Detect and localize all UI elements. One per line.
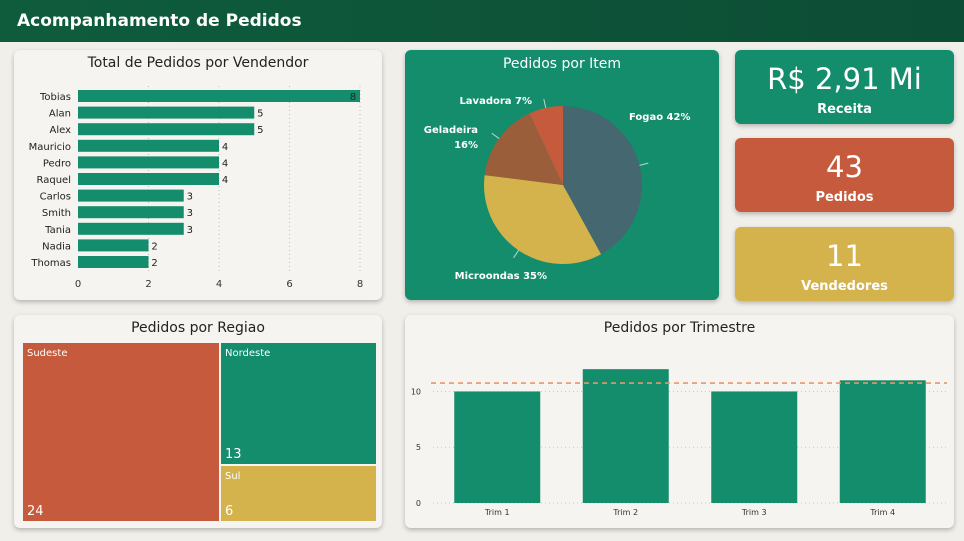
region-chart-title: Pedidos por Regiao [131,320,265,336]
x-tick-label: Trim 1 [484,508,510,517]
y-tick-label: Smith [42,208,71,219]
treemap-cell-nordeste[interactable]: Nordeste 13 [220,342,377,465]
y-tick-label: Carlos [40,192,71,203]
bar-alex [78,123,255,136]
bar-tania [78,222,184,235]
quarter-chart: 0 5 10 Trim 1 Trim 2 Trim 3 Trim 4 [411,369,947,517]
treemap-label: Sul [225,471,241,482]
bar-trim-3 [711,391,798,503]
treemap-value: 13 [225,447,242,462]
data-label: 4 [222,175,228,186]
data-label: 8 [350,92,356,103]
treemap-label: Nordeste [225,348,271,359]
pie-label-geladeira: Geladeira [424,125,478,136]
x-tick-label: Trim 4 [869,508,895,517]
data-label: 2 [151,241,157,252]
data-label: 2 [151,258,157,269]
sellers-chart-card[interactable]: Total de Pedidos por Vendendor 0 2 4 6 8 Tobi… [14,50,382,300]
treemap-cell-sul[interactable]: Sul 6 [220,465,377,522]
bar-carlos [78,189,184,202]
pie-label-fogao: Fogao 42% [629,112,691,123]
x-tick-label: 6 [286,279,292,290]
data-label: 5 [257,125,263,136]
sellers-value: 11 [826,239,863,273]
y-tick-label: 5 [416,443,421,452]
region-chart-card[interactable]: Pedidos por Regiao Sudeste 24 Nordeste 1… [14,315,382,528]
bar-trim-1 [454,391,541,503]
y-tick-label: 0 [416,499,421,508]
data-label: 4 [222,158,228,169]
region-treemap: Sudeste 24 Nordeste 13 Sul 6 [22,342,377,522]
items-chart-card[interactable]: Pedidos por Item Fogao 42% Microondas 35%… [405,50,719,300]
bar-alan [78,106,255,119]
data-label: 3 [187,225,193,236]
y-tick-label: Pedro [43,158,71,169]
bar-pedro [78,156,219,169]
bar-trim-2 [582,369,669,503]
y-tick-label: Alex [49,125,71,136]
pie-leader-line [543,99,547,109]
y-tick-label: Raquel [37,175,71,186]
x-tick-label: 0 [75,279,81,290]
data-label: 5 [257,109,263,120]
bar-tobias [78,90,360,102]
revenue-label: Receita [817,102,872,117]
y-tick-label: Mauricio [29,142,71,153]
sellers-chart: 0 2 4 6 8 Tobias 8 Alan 5 Alex 5 Mauricio 4 Pedro 4 Raq… [29,86,363,290]
pie-label-microondas: Microondas 35% [455,271,547,282]
orders-value: 43 [826,150,863,184]
pie-leader-line [639,162,649,166]
pie-label-percent: 16% [454,140,478,151]
x-tick-label: 4 [216,279,222,290]
x-tick-label: 8 [357,279,363,290]
treemap-label: Sudeste [27,348,68,359]
items-pie-chart: Fogao 42% Microondas 35% Geladeira 16% Lavad… [424,96,691,282]
sellers-label: Vendedores [801,279,888,294]
bar-mauricio [78,139,219,152]
revenue-value: R$ 2,91 Mi [767,62,922,96]
y-tick-label: 10 [411,387,421,396]
y-tick-label: Tobias [39,92,71,103]
data-label: 3 [187,208,193,219]
x-tick-label: 2 [145,279,151,290]
data-label: 4 [222,142,228,153]
x-tick-label: Trim 2 [612,508,638,517]
y-tick-label: Tania [44,225,71,236]
dashboard-title: Acompanhamento de Pedidos [17,11,302,31]
quarter-chart-card[interactable]: Pedidos por Trimestre 0 5 10 Trim 1 Trim 2 Tr… [405,315,954,528]
data-label: 3 [187,192,193,203]
y-tick-label: Thomas [30,258,71,269]
pie-label-lavadora: Lavadora 7% [459,96,532,107]
orders-kpi-card[interactable]: 43 Pedidos [735,138,954,212]
bar-smith [78,206,184,219]
x-tick-label: Trim 3 [741,508,767,517]
bar-raquel [78,173,219,185]
bar-thomas [78,256,149,268]
pie-leader-line [513,250,520,259]
treemap-cell-sudeste[interactable]: Sudeste 24 [22,342,220,522]
y-tick-label: Nadia [42,241,71,252]
treemap-value: 6 [225,504,234,519]
orders-label: Pedidos [815,190,874,205]
bar-nadia [78,239,149,252]
sellers-kpi-card[interactable]: 11 Vendedores [735,227,954,301]
pie-leader-line [491,132,500,139]
header-bar: Acompanhamento de Pedidos [0,0,964,42]
treemap-value: 24 [27,504,44,519]
revenue-kpi-card[interactable]: R$ 2,91 Mi Receita [735,50,954,124]
bar-trim-4 [839,380,926,503]
y-tick-label: Alan [49,109,71,120]
